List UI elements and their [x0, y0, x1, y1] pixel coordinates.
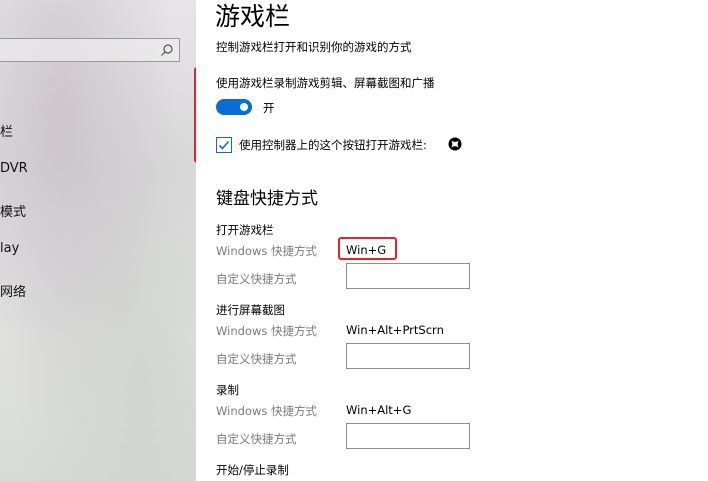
shortcut-group-title: 进行屏幕截图: [216, 303, 285, 317]
toggle-state-label: 开: [263, 101, 275, 115]
sidebar-item-true-play[interactable]: lay: [0, 241, 19, 256]
windows-shortcut-label: Windows 快捷方式: [216, 244, 317, 258]
windows-shortcut-value: Win+Alt+PrtScrn: [346, 323, 444, 337]
custom-shortcut-input-open-game-bar[interactable]: [346, 263, 470, 289]
windows-shortcut-value: Win+Alt+G: [346, 403, 412, 417]
sidebar-item-game-mode[interactable]: 模式: [0, 201, 26, 220]
sidebar-item-game-dvr[interactable]: DVR: [0, 161, 28, 176]
windows-shortcut-label: Windows 快捷方式: [216, 404, 317, 418]
controller-button-checkbox[interactable]: [216, 137, 232, 153]
controller-checkbox-label: 使用控制器上的这个按钮打开游戏栏:: [239, 138, 427, 152]
annotation-highlight-win-g: [338, 237, 397, 260]
custom-shortcut-label: 自定义快捷方式: [216, 432, 297, 446]
custom-shortcut-input-record[interactable]: [346, 423, 470, 449]
custom-shortcut-label: 自定义快捷方式: [216, 272, 297, 286]
shortcut-group-title: 打开游戏栏: [216, 223, 274, 237]
shortcut-group-title: 开始/停止录制: [216, 463, 289, 477]
search-input[interactable]: [0, 38, 180, 62]
sidebar-item-game-bar[interactable]: 栏: [0, 121, 13, 140]
toggle-knob: [240, 103, 248, 111]
record-setting-label: 使用游戏栏录制游戏剪辑、屏幕截图和广播: [216, 76, 435, 90]
shortcut-group-title: 录制: [216, 383, 239, 397]
custom-shortcut-label: 自定义快捷方式: [216, 352, 297, 366]
keyboard-shortcuts-heading: 键盘快捷方式: [216, 189, 318, 209]
windows-shortcut-label: Windows 快捷方式: [216, 324, 317, 338]
checkmark-icon: [218, 140, 230, 150]
sidebar-item-label: 栏: [0, 125, 14, 140]
settings-sidebar: 栏 DVR 模式 lay 网络: [0, 0, 196, 481]
xbox-icon: [448, 137, 462, 151]
custom-shortcut-input-screenshot[interactable]: [346, 343, 470, 369]
page-subtitle: 控制游戏栏打开和识别你的游戏的方式: [216, 40, 412, 54]
settings-content: 游戏栏 控制游戏栏打开和识别你的游戏的方式 使用游戏栏录制游戏剪辑、屏幕截图和广…: [196, 0, 708, 481]
sidebar-item-label: 网络: [0, 285, 27, 300]
sidebar-item-label: DVR: [0, 161, 28, 176]
sidebar-item-label: lay: [0, 241, 20, 256]
search-icon: [161, 44, 173, 56]
sidebar-item-label: 模式: [0, 205, 27, 220]
sidebar-item-xbox-network[interactable]: 网络: [0, 281, 26, 300]
record-toggle[interactable]: [216, 99, 252, 115]
page-title: 游戏栏: [215, 2, 291, 31]
